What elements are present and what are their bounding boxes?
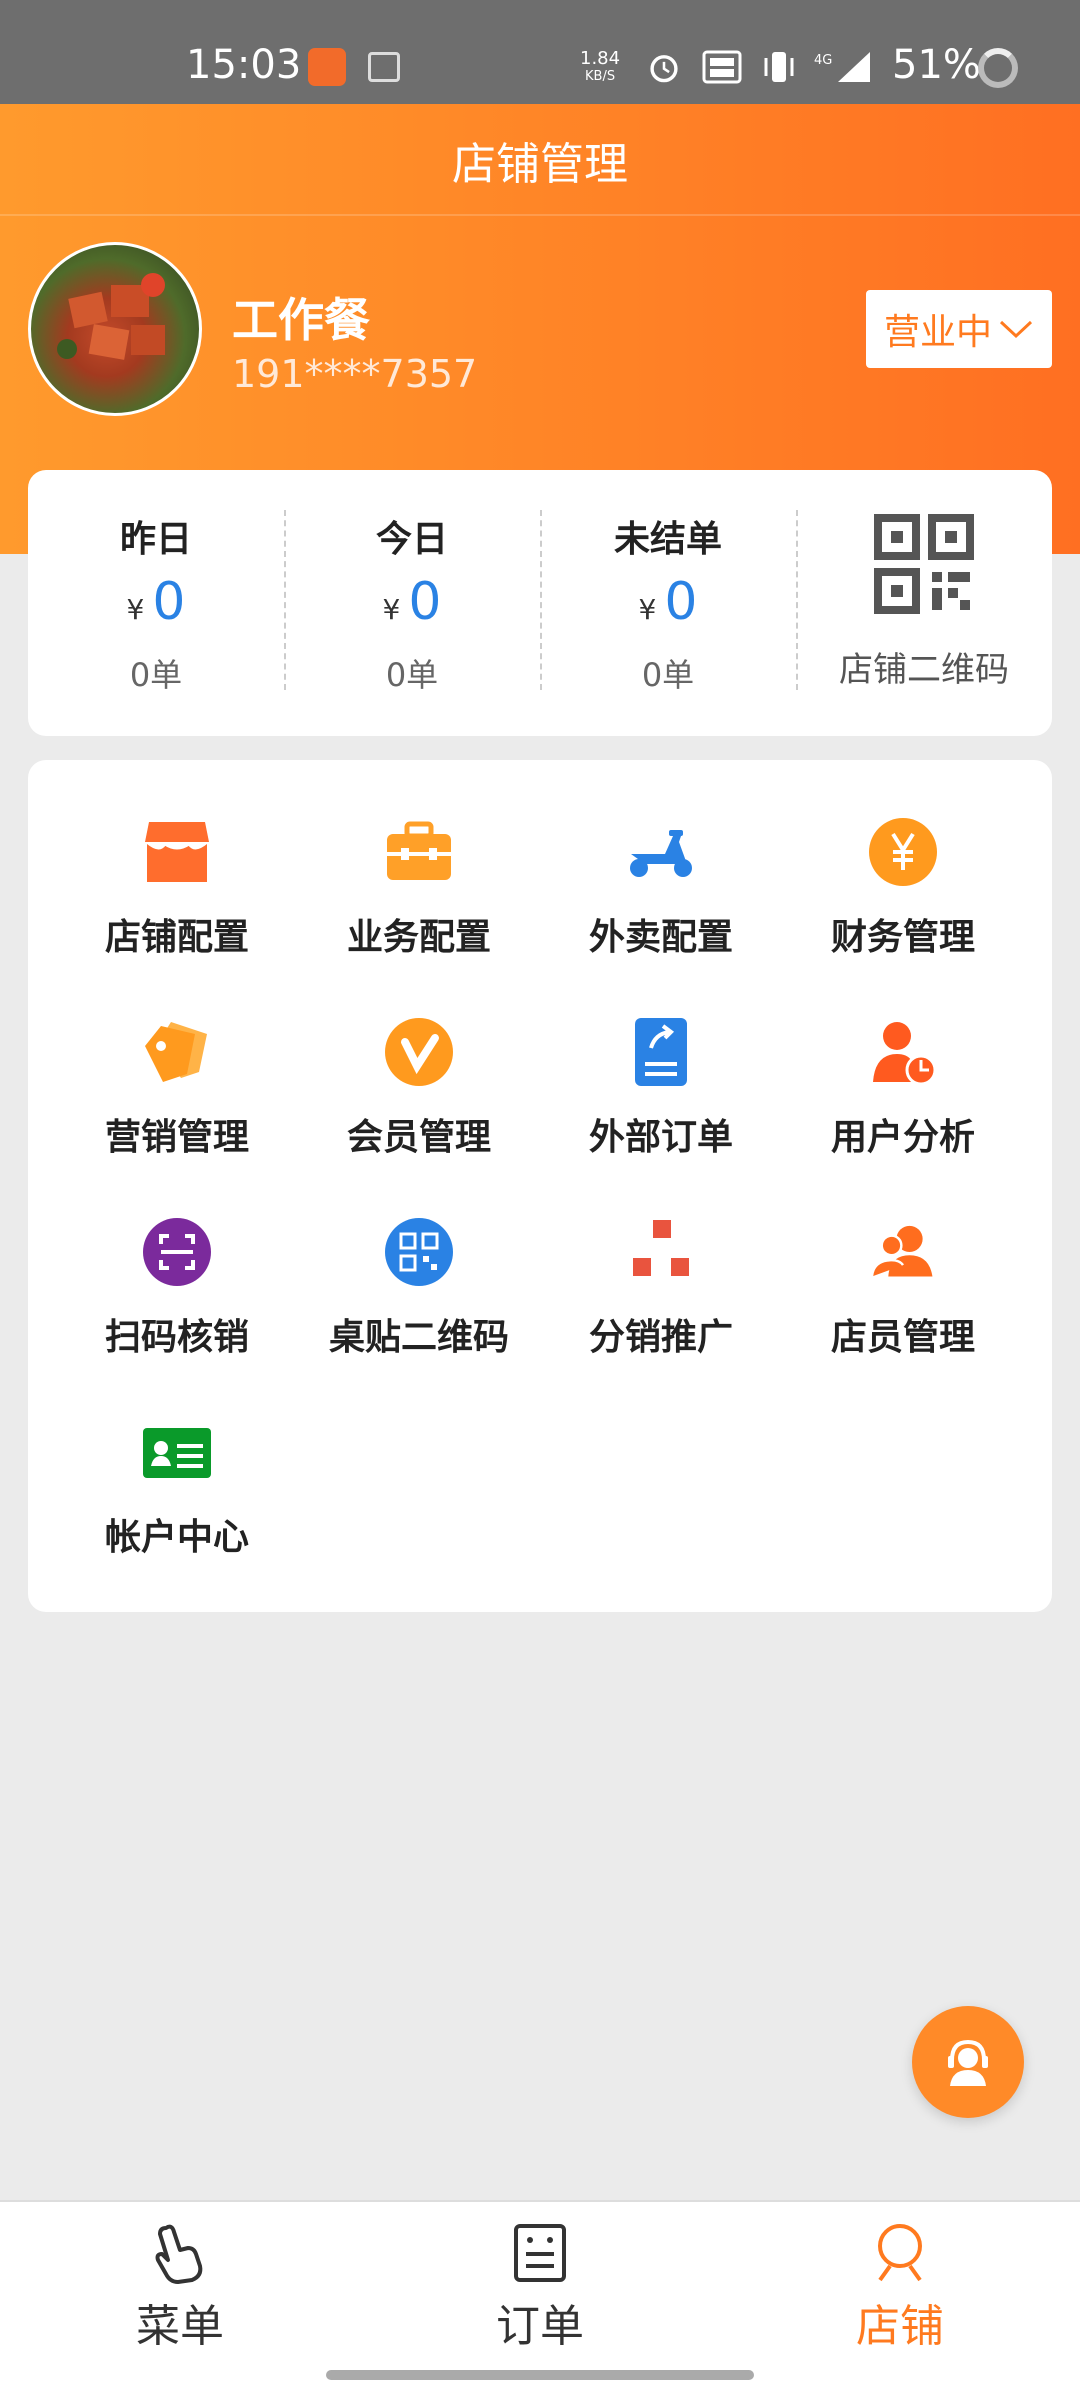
food-image	[57, 273, 165, 360]
external-order-icon	[635, 1018, 687, 1086]
menu-item-label: 店员管理	[830, 1317, 975, 1358]
menu-item-business-config[interactable]: 业务配置	[298, 760, 540, 960]
customer-service-button[interactable]	[912, 2006, 1024, 2118]
page-title: 店铺管理	[452, 139, 628, 190]
account-card-icon	[143, 1428, 211, 1478]
stat-label: 未结单	[613, 519, 722, 560]
menu-item-label: 店铺配置	[104, 917, 249, 958]
status-bar: 15:03 1.84 KB/S 4G 51%	[0, 0, 1080, 104]
store-qr-button[interactable]: 店铺二维码	[796, 470, 1052, 736]
menu-item-external-order[interactable]: 外部订单	[540, 960, 782, 1160]
menu-item-label: 帐户中心	[104, 1517, 249, 1558]
stats-card: 昨日 ¥ 0 0单 今日 ¥ 0 0单 未结单 ¥ 0 0单 店铺二维码	[28, 470, 1052, 736]
store-user-icon	[878, 2224, 922, 2282]
menu-item-label: 营销管理	[104, 1117, 249, 1158]
alarm-icon	[650, 55, 678, 83]
menu-item-finance[interactable]: 财务管理	[782, 760, 1024, 960]
menu-item-label: 扫码核销	[104, 1317, 249, 1358]
network-rate: 1.84 KB/S	[580, 48, 621, 85]
stat-yesterday[interactable]: 昨日 ¥ 0 0单	[28, 470, 284, 736]
menu-item-label: 用户分析	[830, 1117, 975, 1158]
home-indicator[interactable]	[326, 2370, 754, 2380]
menu-item-marketing[interactable]: 营销管理	[56, 960, 298, 1160]
function-menu-card: 店铺配置 业务配置 外卖配置 财务管理 营销管理 会员管理 外部订单 用户分析 …	[28, 760, 1052, 1612]
stat-value: 0	[664, 572, 698, 632]
menu-item-label: 桌贴二维码	[328, 1317, 509, 1358]
battery-icon	[978, 48, 1018, 88]
store-avatar[interactable]	[28, 242, 202, 416]
volte-icon	[702, 50, 742, 84]
headset-user-icon	[948, 2039, 988, 2086]
menu-item-table-qr[interactable]: 桌贴二维码	[298, 1160, 540, 1360]
hand-pointer-icon	[155, 2224, 203, 2284]
scooter-icon	[630, 830, 692, 877]
store-name: 工作餐	[232, 293, 370, 347]
distribution-icon	[633, 1220, 689, 1276]
stat-amount: ¥ 0	[383, 572, 442, 632]
store-phone: 191****7357	[232, 352, 478, 396]
nav-tab-label: 菜单	[136, 2301, 224, 2352]
title-divider	[0, 214, 1080, 216]
stat-orders: 0单	[385, 656, 439, 694]
currency-symbol: ¥	[382, 593, 401, 626]
chevron-down-icon	[999, 320, 1033, 339]
status-time: 15:03	[186, 42, 302, 88]
stat-value: 0	[408, 572, 442, 632]
menu-item-label: 财务管理	[830, 917, 975, 958]
stat-label: 今日	[375, 519, 448, 560]
order-list-icon	[514, 2224, 566, 2282]
business-status-label: 营业中	[883, 312, 992, 353]
menu-item-label: 分销推广	[588, 1317, 733, 1358]
stat-orders: 0单	[129, 656, 183, 694]
qr-code-icon	[874, 514, 974, 614]
currency-symbol: ¥	[126, 593, 145, 626]
menu-item-account[interactable]: 帐户中心	[56, 1360, 298, 1560]
battery-percent: 51%	[892, 42, 981, 88]
store-qr-label: 店铺二维码	[839, 650, 1009, 690]
stat-today[interactable]: 今日 ¥ 0 0单	[284, 470, 540, 736]
tag-icon	[145, 1022, 207, 1082]
stat-orders: 0单	[641, 656, 695, 694]
business-status-dropdown[interactable]: 营业中	[866, 290, 1052, 368]
menu-item-label: 外部订单	[588, 1117, 733, 1158]
nav-tab-label: 订单	[496, 2301, 584, 2352]
briefcase-icon	[387, 821, 451, 880]
image-notification-icon	[368, 52, 400, 82]
vibrate-icon	[764, 52, 794, 82]
table-qr-icon	[385, 1218, 453, 1286]
nav-tab-menu[interactable]: 菜单	[0, 2202, 360, 2400]
store-icon	[145, 822, 209, 882]
menu-item-delivery-config[interactable]: 外卖配置	[540, 760, 782, 960]
nav-tab-store[interactable]: 店铺	[720, 2202, 1080, 2400]
menu-item-staff[interactable]: 店员管理	[782, 1160, 1024, 1360]
menu-item-member[interactable]: 会员管理	[298, 960, 540, 1160]
stat-label: 昨日	[119, 519, 192, 560]
stat-value: 0	[152, 572, 186, 632]
scan-icon	[143, 1218, 211, 1286]
svg-text:4G: 4G	[814, 53, 832, 68]
signal-icon: 4G	[814, 52, 870, 82]
menu-item-user-analysis[interactable]: 用户分析	[782, 960, 1024, 1160]
app-notification-icon	[308, 48, 346, 86]
stat-amount: ¥ 0	[127, 572, 186, 632]
menu-item-label: 会员管理	[346, 1117, 491, 1158]
user-analysis-icon	[873, 1022, 937, 1086]
menu-item-label: 业务配置	[346, 917, 491, 958]
stat-unsettled[interactable]: 未结单 ¥ 0 0单	[540, 470, 796, 736]
menu-item-scan-verify[interactable]: 扫码核销	[56, 1160, 298, 1360]
currency-symbol: ¥	[638, 593, 657, 626]
staff-icon	[870, 1225, 933, 1277]
stat-amount: ¥ 0	[639, 572, 698, 632]
menu-item-distribution[interactable]: 分销推广	[540, 1160, 782, 1360]
nav-tab-label: 店铺	[856, 2301, 944, 2352]
vip-icon	[385, 1018, 453, 1086]
menu-item-store-config[interactable]: 店铺配置	[56, 760, 298, 960]
yen-icon	[869, 818, 937, 886]
function-grid: 店铺配置 业务配置 外卖配置 财务管理 营销管理 会员管理 外部订单 用户分析 …	[28, 760, 1052, 1560]
menu-item-label: 外卖配置	[588, 917, 733, 958]
